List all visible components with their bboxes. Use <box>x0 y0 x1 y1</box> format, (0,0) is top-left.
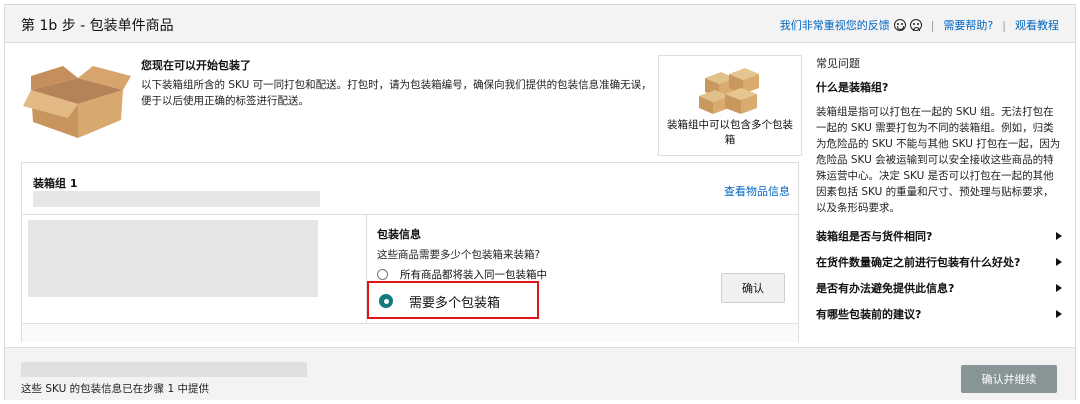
happy-face-icon[interactable] <box>893 19 906 31</box>
box-group-header: 装箱组 1 查看物品信息 <box>22 163 798 215</box>
pack-info-section: 包装信息 这些商品需要多少个包装箱来装箱? 所有商品都将装入同一包装箱中 需要多… <box>366 215 800 323</box>
box-group-footer <box>22 323 798 342</box>
confirm-button[interactable]: 确认 <box>721 273 785 303</box>
faq-item[interactable]: 有哪些包装前的建议? <box>816 301 1062 327</box>
separator: | <box>1002 18 1006 32</box>
sku-image-placeholder <box>28 220 318 297</box>
expand-arrow-icon <box>1056 284 1062 292</box>
faq-heading: 常见问题 <box>816 57 860 70</box>
intro-title: 您现在可以开始包装了 <box>141 59 251 72</box>
faq-item-label: 在货件数量确定之前进行包装有什么好处? <box>816 256 1021 269</box>
separator: | <box>930 18 935 32</box>
footer-status-text: 这些 SKU 的包装信息已在步骤 1 中提供 <box>21 383 209 395</box>
expand-arrow-icon <box>1056 232 1062 240</box>
footer-placeholder-bar <box>21 362 307 377</box>
box-group-panel: 装箱组 1 查看物品信息 包装信息 这些商品需要多少个包装箱来装箱? 所有商品都… <box>21 162 799 342</box>
faq-item-label: 装箱组是否与货件相同? <box>816 230 933 243</box>
box-group-title: 装箱组 1 <box>33 177 78 190</box>
expand-arrow-icon <box>1056 310 1062 318</box>
pack-info-question: 这些商品需要多少个包装箱来装箱? <box>377 249 541 261</box>
multi-box-caption: 装箱组中可以包含多个包装箱 <box>667 119 793 146</box>
multiple-boxes-icon <box>699 68 759 114</box>
multi-box-card: 装箱组中可以包含多个包装箱 <box>658 55 802 156</box>
page-frame: 第 1b 步 - 包装单件商品 我们非常重视您的反馈 | 需要帮助? | 观看教… <box>4 4 1076 400</box>
header-links: 我们非常重视您的反馈 | 需要帮助? | 观看教程 <box>780 17 1059 33</box>
intro-text: 以下装箱组所含的 SKU 可一同打包和配送。打包时，请为包装箱编号，确保向我们提… <box>141 79 652 107</box>
faq-answer-1: 装箱组是指可以打包在一起的 SKU 组。无法打包在一起的 SKU 需要打包为不同… <box>816 106 1061 214</box>
faq-item-label: 是否有办法避免提供此信息? <box>816 282 955 295</box>
box-group-placeholder-bar <box>33 191 320 207</box>
confirm-and-continue-button[interactable]: 确认并继续 <box>961 365 1057 393</box>
faq-panel: 常见问题 什么是装箱组? 装箱组是指可以打包在一起的 SKU 组。无法打包在一起… <box>816 55 1062 327</box>
tutorial-link[interactable]: 观看教程 <box>1015 17 1059 33</box>
expand-arrow-icon <box>1056 258 1062 266</box>
step-title: 第 1b 步 - 包装单件商品 <box>21 18 174 34</box>
faq-item[interactable]: 在货件数量确定之前进行包装有什么好处? <box>816 249 1062 275</box>
single-box-option[interactable]: 所有商品都将装入同一包装箱中 <box>377 267 547 282</box>
multiple-boxes-radio[interactable] <box>379 294 393 308</box>
single-box-label: 所有商品都将装入同一包装箱中 <box>400 269 547 281</box>
help-link[interactable]: 需要帮助? <box>943 17 993 33</box>
sad-face-icon[interactable] <box>909 19 922 31</box>
single-box-radio[interactable] <box>377 269 388 280</box>
multiple-boxes-option[interactable]: 需要多个包装箱 <box>367 281 539 319</box>
pack-info-title: 包装信息 <box>377 228 421 241</box>
view-items-link[interactable]: 查看物品信息 <box>724 183 790 199</box>
faq-question-1[interactable]: 什么是装箱组? <box>816 79 1062 95</box>
feedback-link[interactable]: 我们非常重视您的反馈 <box>780 17 890 33</box>
faq-item[interactable]: 装箱组是否与货件相同? <box>816 223 1062 249</box>
multiple-boxes-label: 需要多个包装箱 <box>409 296 501 311</box>
step-footer: 这些 SKU 的包装信息已在步骤 1 中提供 确认并继续 <box>5 347 1075 400</box>
faq-item[interactable]: 是否有办法避免提供此信息? <box>816 275 1062 301</box>
open-box-icon <box>23 66 131 138</box>
faq-item-label: 有哪些包装前的建议? <box>816 308 922 321</box>
step-header: 第 1b 步 - 包装单件商品 我们非常重视您的反馈 | 需要帮助? | 观看教… <box>5 5 1075 43</box>
